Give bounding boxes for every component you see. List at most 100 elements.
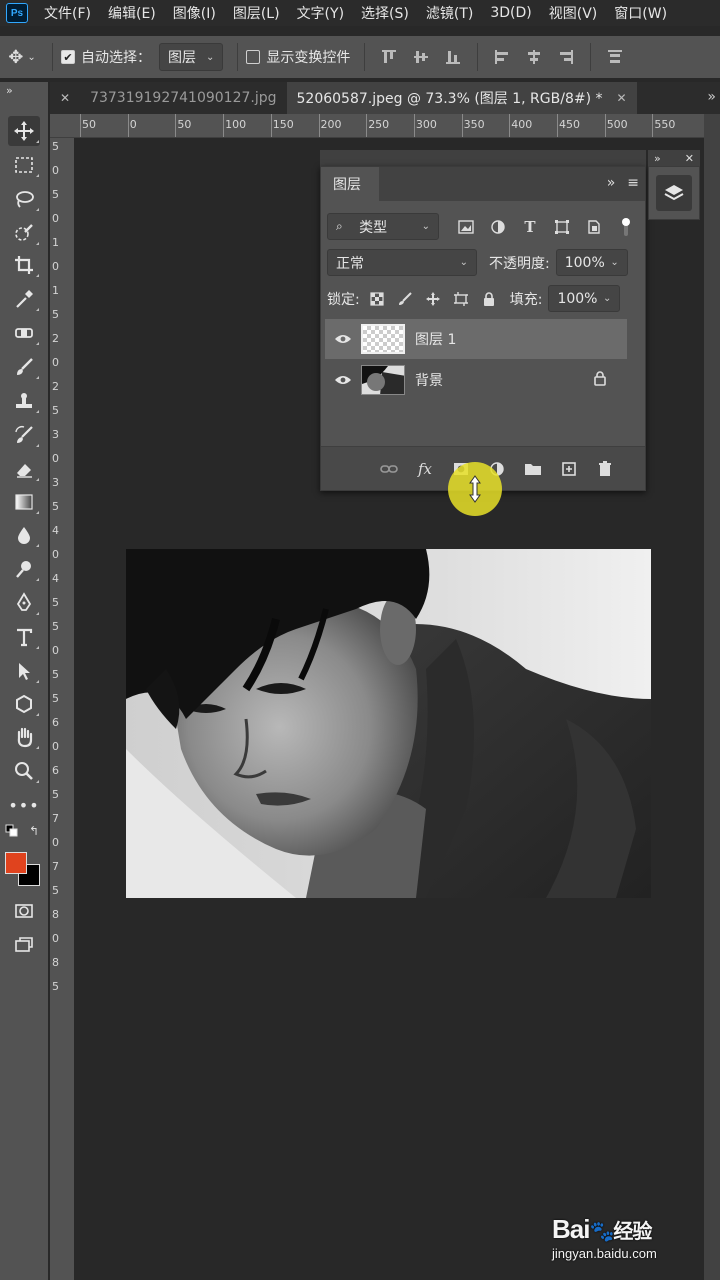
blur-tool[interactable] bbox=[8, 520, 40, 550]
menu-3d[interactable]: 3D(D) bbox=[490, 5, 531, 21]
align-vcenter-icon[interactable] bbox=[409, 45, 433, 69]
quick-mask-button[interactable] bbox=[8, 896, 40, 926]
baidu-watermark: Bai🐾经验 jingyan.baidu.com bbox=[552, 1200, 712, 1268]
show-transform-label: 显示变换控件 bbox=[266, 50, 351, 66]
tool-preset-picker[interactable]: ✥ ⌄ bbox=[0, 36, 44, 78]
clone-stamp-tool[interactable] bbox=[8, 386, 40, 416]
fill-field[interactable]: 100% ⌄ bbox=[548, 285, 621, 312]
more-tabs-icon[interactable]: » bbox=[707, 89, 716, 105]
ruler-tick-label: 6 bbox=[52, 716, 59, 729]
shape-tool[interactable] bbox=[8, 689, 40, 719]
lock-all-icon[interactable] bbox=[476, 286, 502, 312]
layer-row-background[interactable]: 背景 bbox=[325, 360, 627, 400]
lock-pixels-brush-icon[interactable] bbox=[392, 286, 418, 312]
canvas-image[interactable] bbox=[126, 549, 651, 898]
screen-mode-icon bbox=[15, 937, 33, 952]
lock-position-icon[interactable] bbox=[420, 286, 446, 312]
expand-panel-icon[interactable]: » bbox=[0, 82, 48, 104]
new-group-folder-icon[interactable] bbox=[521, 457, 545, 481]
align-right-icon[interactable] bbox=[554, 45, 578, 69]
foreground-color-swatch[interactable] bbox=[5, 852, 27, 874]
filter-kind-value: 类型 bbox=[359, 219, 388, 236]
eyedropper-tool[interactable] bbox=[8, 284, 40, 314]
ruler-tick bbox=[366, 114, 368, 137]
align-bottom-icon[interactable] bbox=[441, 45, 465, 69]
lasso-tool[interactable] bbox=[8, 184, 40, 214]
menu-type[interactable]: 文字(Y) bbox=[297, 3, 344, 23]
dock-header[interactable]: » ✕ bbox=[648, 150, 700, 166]
eraser-tool[interactable] bbox=[8, 454, 40, 484]
close-icon[interactable]: ✕ bbox=[685, 152, 694, 165]
move-tool[interactable] bbox=[8, 116, 40, 146]
swap-colors-button[interactable]: ↰ bbox=[24, 822, 44, 840]
show-transform-checkbox[interactable] bbox=[246, 50, 261, 64]
edit-toolbar-button[interactable]: ••• bbox=[8, 790, 40, 820]
align-top-icon[interactable] bbox=[377, 45, 401, 69]
panel-drag-bar[interactable] bbox=[320, 150, 646, 166]
path-selection-tool[interactable] bbox=[8, 656, 40, 686]
healing-brush-tool[interactable] bbox=[8, 318, 40, 348]
menu-file[interactable]: 文件(F) bbox=[44, 3, 91, 23]
ruler-tick-label: 0 bbox=[52, 452, 59, 465]
close-icon[interactable]: ✕ bbox=[617, 91, 627, 105]
panel-menu-icon[interactable]: ≡ bbox=[627, 175, 639, 191]
filter-kind-dropdown[interactable]: ⌕ 类型 ⌄ bbox=[327, 213, 439, 240]
menu-select[interactable]: 选择(S) bbox=[361, 3, 409, 23]
brush-tool[interactable] bbox=[8, 352, 40, 382]
dodge-tool[interactable] bbox=[8, 554, 40, 584]
filter-adjustment-icon[interactable] bbox=[485, 214, 511, 240]
blend-mode-value: 正常 bbox=[336, 255, 364, 272]
auto-select-target-dropdown[interactable]: 图层 ⌄ bbox=[159, 43, 224, 71]
filter-toggle-icon[interactable] bbox=[613, 214, 639, 240]
visibility-eye-icon[interactable] bbox=[325, 374, 361, 386]
hand-tool[interactable] bbox=[8, 722, 40, 752]
delete-layer-trash-icon[interactable] bbox=[593, 457, 617, 481]
filter-pixel-icon[interactable] bbox=[453, 214, 479, 240]
close-icon[interactable]: ✕ bbox=[60, 91, 70, 105]
menu-view[interactable]: 视图(V) bbox=[549, 3, 598, 23]
quick-selection-tool[interactable] bbox=[8, 218, 40, 248]
filter-smart-object-icon[interactable] bbox=[581, 214, 607, 240]
document-tab-1[interactable]: ✕ 737319192741090127.jpg bbox=[50, 82, 287, 114]
blend-mode-dropdown[interactable]: 正常 ⌄ bbox=[327, 249, 477, 276]
opacity-field[interactable]: 100% ⌄ bbox=[555, 249, 628, 276]
fill-value: 100% bbox=[557, 290, 598, 307]
ruler-tick-label: 0 bbox=[52, 356, 59, 369]
layer-style-fx-icon[interactable]: fx bbox=[413, 457, 437, 481]
new-layer-icon[interactable] bbox=[557, 457, 581, 481]
default-colors-button[interactable] bbox=[2, 822, 22, 840]
collapse-panel-icon[interactable]: » bbox=[607, 175, 616, 191]
filter-shape-icon[interactable] bbox=[549, 214, 575, 240]
gradient-tool[interactable] bbox=[8, 487, 40, 517]
history-brush-tool[interactable] bbox=[8, 420, 40, 450]
lock-transparency-icon[interactable] bbox=[364, 286, 390, 312]
auto-select-checkbox[interactable]: ✔ bbox=[61, 50, 75, 64]
arrow-cursor-icon bbox=[19, 663, 30, 680]
ruler-tick-label: 500 bbox=[606, 118, 628, 131]
lock-artboard-icon[interactable] bbox=[448, 286, 474, 312]
visibility-eye-icon[interactable] bbox=[325, 333, 361, 345]
menu-window[interactable]: 窗口(W) bbox=[614, 3, 667, 23]
menu-edit[interactable]: 编辑(E) bbox=[108, 3, 156, 23]
ruler-tick-label: 5 bbox=[52, 668, 59, 681]
menu-filter[interactable]: 滤镜(T) bbox=[426, 3, 473, 23]
crop-tool[interactable] bbox=[8, 250, 40, 280]
pen-tool[interactable] bbox=[8, 588, 40, 618]
type-tool[interactable] bbox=[8, 622, 40, 652]
filter-type-icon[interactable]: T bbox=[517, 214, 543, 240]
align-hcenter-icon[interactable] bbox=[522, 45, 546, 69]
menu-layer[interactable]: 图层(L) bbox=[233, 3, 280, 23]
ruler-tick-label: 5 bbox=[52, 140, 59, 153]
zoom-tool[interactable] bbox=[8, 756, 40, 786]
distribute-top-icon[interactable] bbox=[603, 45, 627, 69]
screen-mode-button[interactable] bbox=[8, 930, 40, 960]
layer-row-layer1[interactable]: 图层 1 bbox=[325, 319, 627, 359]
document-tab-2[interactable]: 52060587.jpeg @ 73.3% (图层 1, RGB/8#) * ✕ bbox=[286, 82, 637, 114]
link-layers-icon[interactable] bbox=[377, 457, 401, 481]
menu-image[interactable]: 图像(I) bbox=[173, 3, 216, 23]
expand-panel-icon[interactable]: » bbox=[654, 152, 661, 165]
align-left-icon[interactable] bbox=[490, 45, 514, 69]
layers-panel-toggle[interactable] bbox=[656, 175, 692, 211]
layers-tab[interactable]: 图层 bbox=[321, 167, 379, 201]
marquee-tool[interactable] bbox=[8, 150, 40, 180]
